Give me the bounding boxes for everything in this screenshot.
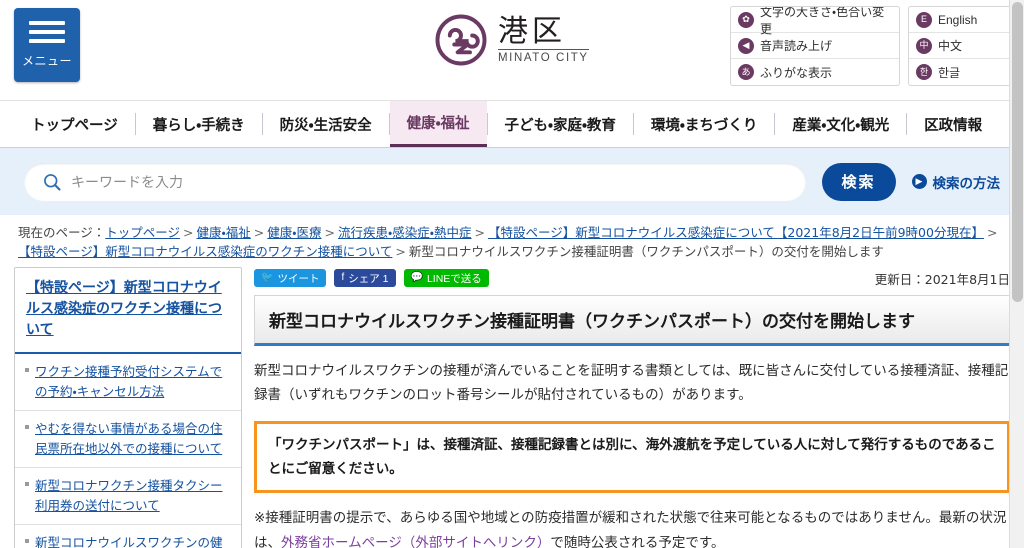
sidebar: 【特設ページ】新型コロナウイルス感染症のワクチン接種について ワクチン接種予約受… (14, 266, 242, 548)
search-bar: 検索 ▶ 検索の方法 (0, 148, 1024, 215)
util-lang-english-label: English (938, 12, 978, 27)
sidebar-link-list: ワクチン接種予約受付システムでの予約・キャンセル方法 やむを得ない事情がある場合… (15, 354, 241, 548)
updated-date: 更新日：2021年8月1日 (874, 271, 1010, 287)
share-twitter-button[interactable]: 🐦 ツイート (254, 269, 327, 288)
breadcrumb-separator: > (474, 225, 486, 240)
util-font-size-color[interactable]: ✿ 文字の大きさ・色合い変更 (731, 7, 899, 36)
list-item: 新型コロナワクチン接種タクシー利用券の送付について (15, 468, 241, 525)
search-field-wrapper[interactable] (24, 162, 806, 201)
korean-icon: 한 (916, 64, 932, 80)
site-header: メニュー 港区 MINATO CITY ✿ 文字の大きさ・色合い変更 ◀ 音声読… (0, 0, 1024, 100)
util-text-to-speech[interactable]: ◀ 音声読み上げ (731, 33, 899, 59)
gnav-item-top[interactable]: トップページ (14, 101, 135, 147)
util-lang-korean[interactable]: 한 한글 (909, 59, 1011, 85)
language-utility-box: E English 中 中文 한 한글 (908, 6, 1012, 86)
share-buttons: 🐦 ツイート f シェア 1 💬 LINEで送る (254, 269, 489, 288)
sidebar-item-health-damage-relief[interactable]: 新型コロナウイルスワクチンの健康被害救済制度 (35, 535, 223, 548)
page-root: メニュー 港区 MINATO CITY ✿ 文字の大きさ・色合い変更 ◀ 音声読… (0, 0, 1024, 548)
breadcrumb-separator: > (253, 225, 265, 240)
menu-button[interactable]: メニュー (14, 8, 80, 82)
gnav-item-ward-info[interactable]: 区政情報 (907, 101, 999, 147)
list-item: 新型コロナウイルスワクチンの健康被害救済制度 (15, 525, 241, 548)
util-font-size-color-label: 文字の大きさ・色合い変更 (760, 6, 885, 36)
gnav-item-environment[interactable]: 環境・まちづくり (634, 101, 774, 147)
breadcrumb-link-epidemic[interactable]: 流行疾患・感染症・熱中症 (338, 225, 472, 240)
util-lang-chinese[interactable]: 中 中文 (909, 33, 1011, 59)
breadcrumb: 現在のページ：トップページ > 健康・福祉 > 健康・医療 > 流行疾患・感染症・熱中症 > 【… (0, 215, 1024, 267)
util-lang-chinese-label: 中文 (938, 39, 963, 53)
content-area: 【特設ページ】新型コロナウイルス感染症のワクチン接種について ワクチン接種予約受… (0, 266, 1024, 548)
search-input[interactable] (71, 173, 788, 190)
line-icon: 💬 (410, 272, 423, 284)
body-paragraph-2: ※接種証明書の提示で、あらゆる国や地域との防疫措置が緩和された状態で往来可能とな… (254, 506, 1010, 548)
twitter-icon: 🐦 (261, 272, 274, 284)
share-line-button[interactable]: 💬 LINEで送る (403, 269, 489, 288)
sidebar-heading-link[interactable]: 【特設ページ】新型コロナウイルス感染症のワクチン接種について (26, 280, 222, 338)
breadcrumb-link-top[interactable]: トップページ (105, 225, 180, 240)
breadcrumb-separator: > (986, 225, 998, 240)
search-help-link[interactable]: ▶ 検索の方法 (911, 172, 1001, 192)
share-facebook-button[interactable]: f シェア 1 (334, 269, 396, 288)
util-lang-korean-label: 한글 (938, 65, 961, 80)
chinese-icon: 中 (916, 37, 932, 54)
site-logo[interactable]: 港区 MINATO CITY (433, 12, 589, 68)
sidebar-heading: 【特設ページ】新型コロナウイルス感染症のワクチン接種について (15, 268, 241, 354)
breadcrumb-link-health-medical[interactable]: 健康・医療 (267, 225, 321, 240)
breadcrumb-link-health-welfare[interactable]: 健康・福祉 (197, 225, 251, 240)
breadcrumb-prefix: 現在のページ： (18, 225, 106, 240)
util-furigana[interactable]: あ ふりがな表示 (731, 59, 899, 85)
hamburger-icon (29, 21, 65, 43)
english-icon: E (916, 11, 932, 28)
gnav-item-children[interactable]: 子ども・家庭・教育 (488, 101, 633, 147)
menu-button-label: メニュー (21, 54, 72, 68)
main-content: 🐦 ツイート f シェア 1 💬 LINEで送る 更新日：2021年8月1日 新… (254, 267, 1010, 548)
sidebar-item-outside-residence[interactable]: やむを得ない事情がある場合の住民票所在地以外での接種について (35, 421, 223, 456)
share-facebook-label: シェア 1 (348, 272, 389, 285)
gnav-item-industry[interactable]: 産業・文化・観光 (775, 101, 906, 147)
accessibility-utility-box: ✿ 文字の大きさ・色合い変更 ◀ 音声読み上げ あ ふりがな表示 (730, 6, 900, 86)
chevron-right-icon: ▶ (911, 174, 927, 189)
gear-icon: ✿ (738, 11, 754, 28)
sidebar-item-reservation-system[interactable]: ワクチン接種予約受付システムでの予約・キャンセル方法 (35, 364, 222, 399)
list-item: ワクチン接種予約受付システムでの予約・キャンセル方法 (15, 354, 241, 411)
breadcrumb-link-vaccination-special[interactable]: 【特設ページ】新型コロナウイルス感染症のワクチン接種について (18, 244, 392, 259)
page-title: 新型コロナウイルスワクチン接種証明書（ワクチンパスポート）の交付を開始します (254, 294, 1010, 346)
breadcrumb-separator: > (324, 225, 336, 240)
list-item: やむを得ない事情がある場合の住民票所在地以外での接種について (15, 411, 241, 468)
share-line-label: LINEで送る (426, 272, 482, 285)
furigana-icon: あ (738, 64, 754, 80)
sidebar-item-taxi-voucher[interactable]: 新型コロナワクチン接種タクシー利用券の送付について (35, 478, 223, 513)
gnav-item-living[interactable]: 暮らし・手続き (136, 101, 262, 147)
breadcrumb-link-covid-special[interactable]: 【特設ページ】新型コロナウイルス感染症について【2021年8月2日午前9時00分… (488, 225, 984, 240)
breadcrumb-current-page: 新型コロナウイルスワクチン接種証明書（ワクチンパスポート）の交付を開始します (408, 244, 884, 260)
body-paragraph-2-after: で随時公表される予定です。 (550, 535, 725, 548)
header-utilities: ✿ 文字の大きさ・色合い変更 ◀ 音声読み上げ あ ふりがな表示 E Engli… (730, 6, 1012, 86)
global-navigation: トップページ 暮らし・手続き 防災・生活安全 健康・福祉 子ども・家庭・教育 環… (0, 100, 1024, 148)
util-furigana-label: ふりがな表示 (760, 65, 833, 80)
facebook-icon: f (341, 272, 345, 284)
search-icon (44, 173, 61, 191)
util-text-to-speech-label: 音声読み上げ (760, 39, 833, 53)
notice-box: 「ワクチンパスポート」は、接種済証、接種記録書とは別に、海外渡航を予定している人… (254, 420, 1010, 494)
util-lang-english[interactable]: E English (909, 7, 1011, 33)
gnav-item-disaster[interactable]: 防災・生活安全 (263, 101, 389, 147)
logo-text-block: 港区 MINATO CITY (498, 13, 589, 64)
gnav-item-health-welfare[interactable]: 健康・福祉 (389, 101, 487, 147)
search-help-label: 検索の方法 (932, 175, 1001, 191)
body-paragraph-1: 新型コロナウイルスワクチンの接種が済んでいることを証明する書類としては、既に皆さ… (254, 362, 1009, 404)
breadcrumb-separator: > (183, 225, 194, 240)
breadcrumb-separator: > (395, 244, 406, 260)
logo-kanji: 港区 (498, 13, 566, 49)
speaker-icon: ◀ (738, 37, 754, 54)
logo-english: MINATO CITY (498, 49, 589, 64)
scrollbar-thumb[interactable] (1012, 2, 1023, 302)
share-twitter-label: ツイート (277, 272, 320, 285)
minato-city-emblem-icon (435, 14, 487, 66)
page-scrollbar[interactable] (1009, 0, 1024, 548)
mofa-external-link[interactable]: 外務省ホームページ（外部サイトへリンク） (281, 535, 550, 548)
main-toolbar: 🐦 ツイート f シェア 1 💬 LINEで送る 更新日：2021年8月1日 (254, 267, 1010, 295)
search-button[interactable]: 検索 (821, 162, 896, 201)
